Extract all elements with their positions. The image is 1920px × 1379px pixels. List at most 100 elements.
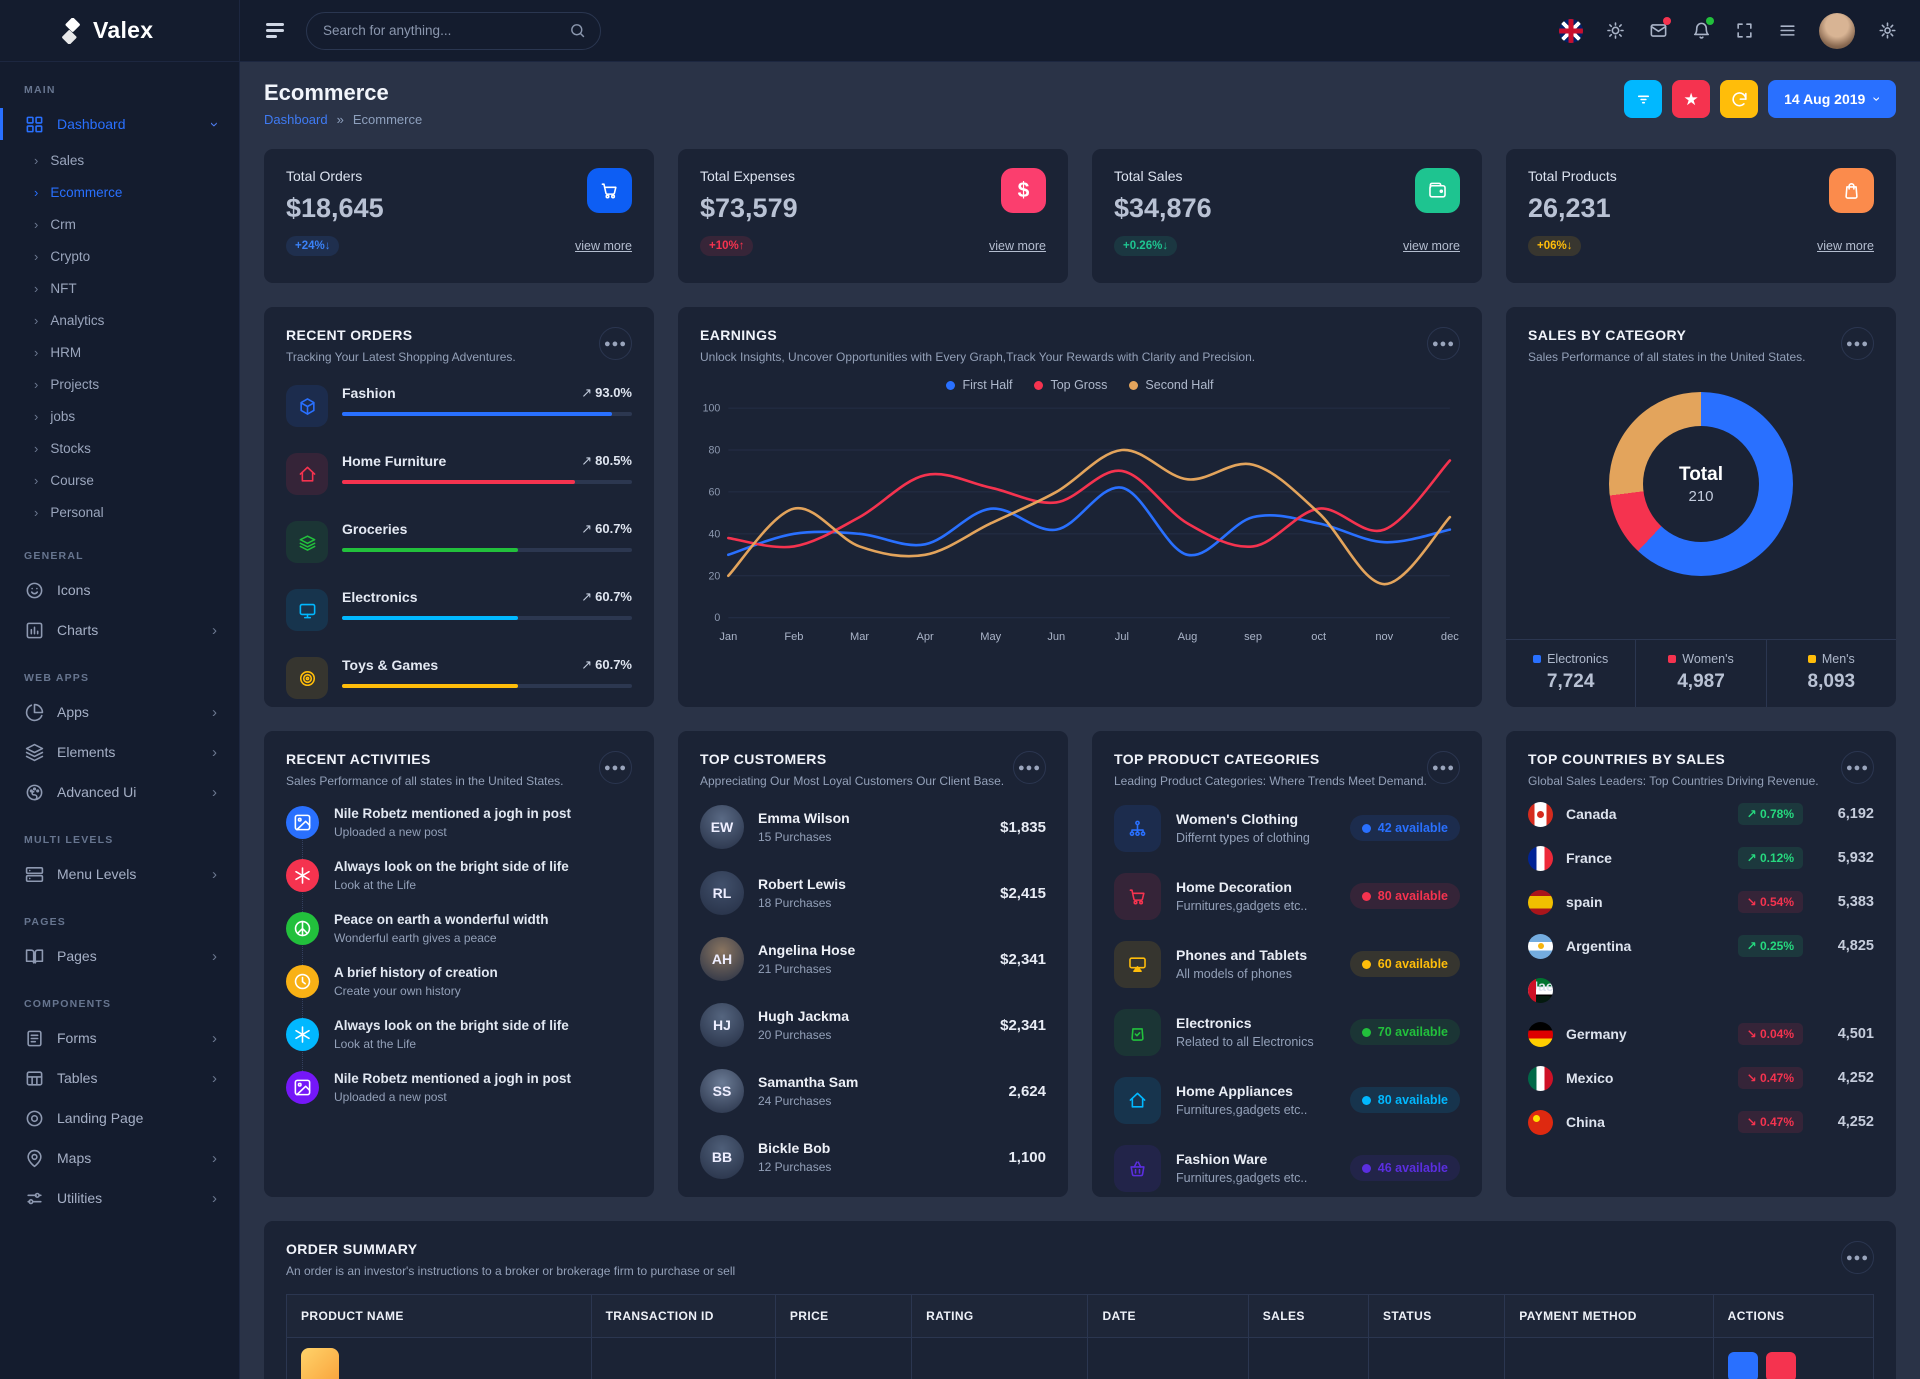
card-menu-icon[interactable]: ●●● <box>599 327 632 360</box>
product-category-row[interactable]: Home Decoration Furnitures,gadgets etc..… <box>1092 862 1482 930</box>
search-icon[interactable] <box>569 22 586 39</box>
table-header-cell[interactable]: PAYMENT METHOD <box>1505 1295 1713 1338</box>
menu-icon[interactable] <box>1776 20 1798 42</box>
country-row[interactable]: Uae ↗ 0.56% 4,527 <box>1506 968 1896 1012</box>
sidebar-item-dashboard[interactable]: Dashboard › <box>0 104 239 144</box>
sidebar-item-elements[interactable]: Elements › <box>0 732 239 772</box>
sidebar-item-forms[interactable]: Forms › <box>0 1018 239 1058</box>
table-header-cell[interactable]: SALES <box>1248 1295 1368 1338</box>
table-row[interactable] <box>287 1338 1874 1379</box>
filter-button[interactable] <box>1624 80 1662 118</box>
global-search[interactable] <box>306 12 601 50</box>
uk-flag-icon[interactable] <box>1559 19 1583 43</box>
sidebar-item-personal[interactable]: ›Personal <box>0 496 239 528</box>
sidebar-item-crm[interactable]: ›Crm <box>0 208 239 240</box>
activity-row[interactable]: Nile Robetz mentioned a jogh in post Upl… <box>286 1061 632 1114</box>
breadcrumb-parent[interactable]: Dashboard <box>264 112 328 127</box>
country-row[interactable]: Canada ↗ 0.78% 6,192 <box>1506 792 1896 836</box>
gear-icon[interactable] <box>1876 20 1898 42</box>
activity-row[interactable]: A brief history of creation Create your … <box>286 955 632 1008</box>
activity-row[interactable]: Nile Robetz mentioned a jogh in post Upl… <box>286 796 632 849</box>
sidebar-item-maps[interactable]: Maps › <box>0 1138 239 1178</box>
card-menu-icon[interactable]: ●●● <box>1841 327 1874 360</box>
avatar[interactable] <box>1819 13 1855 49</box>
sidebar-item-hrm[interactable]: ›HRM <box>0 336 239 368</box>
bell-icon[interactable] <box>1690 20 1712 42</box>
sidebar-item-menu-levels[interactable]: Menu Levels › <box>0 854 239 894</box>
country-row[interactable]: Argentina ↗ 0.25% 4,825 <box>1506 924 1896 968</box>
customer-row[interactable]: BB Bickle Bob 12 Purchases 1,100 <box>678 1124 1068 1190</box>
customer-row[interactable]: HJ Hugh Jackma 20 Purchases $2,341 <box>678 992 1068 1058</box>
activity-row[interactable]: Always look on the bright side of life L… <box>286 1008 632 1061</box>
product-category-row[interactable]: Fashion Ware Furnitures,gadgets etc.. 46… <box>1092 1134 1482 1202</box>
mail-icon[interactable] <box>1647 20 1669 42</box>
sidebar-item-charts[interactable]: Charts › <box>0 610 239 650</box>
sidebar-item-pages[interactable]: Pages › <box>0 936 239 976</box>
sidebar-item-icons[interactable]: Icons <box>0 570 239 610</box>
theme-sun-icon[interactable] <box>1604 20 1626 42</box>
view-more-link[interactable]: view more <box>1817 239 1874 253</box>
card-menu-icon[interactable]: ●●● <box>1841 751 1874 784</box>
availability-badge: 80 available <box>1350 883 1460 909</box>
activity-row[interactable]: Peace on earth a wonderful width Wonderf… <box>286 902 632 955</box>
country-row[interactable]: China ↘ 0.47% 4,252 <box>1506 1100 1896 1144</box>
card-menu-icon[interactable]: ●●● <box>1427 327 1460 360</box>
card-menu-icon[interactable]: ●●● <box>599 751 632 784</box>
table-header-cell[interactable]: STATUS <box>1369 1295 1505 1338</box>
order-category-row[interactable]: Toys & Games ↗60.7% <box>264 644 654 712</box>
brand-logo[interactable]: Valex <box>0 0 239 62</box>
search-input[interactable] <box>323 23 553 38</box>
card-menu-icon[interactable]: ●●● <box>1841 1241 1874 1274</box>
customer-row[interactable]: EW Emma Wilson 15 Purchases $1,835 <box>678 794 1068 860</box>
table-header-cell[interactable]: DATE <box>1088 1295 1248 1338</box>
activity-row[interactable]: Always look on the bright side of life L… <box>286 849 632 902</box>
sidebar-item-crypto[interactable]: ›Crypto <box>0 240 239 272</box>
table-header-cell[interactable]: RATING <box>912 1295 1088 1338</box>
sidebar-item-course[interactable]: ›Course <box>0 464 239 496</box>
fullscreen-icon[interactable] <box>1733 20 1755 42</box>
view-more-link[interactable]: view more <box>1403 239 1460 253</box>
view-more-link[interactable]: view more <box>989 239 1046 253</box>
product-category-row[interactable]: Home Appliances Furnitures,gadgets etc..… <box>1092 1066 1482 1134</box>
sidebar-toggle-icon[interactable] <box>262 19 288 42</box>
country-row[interactable]: Germany ↘ 0.04% 4,501 <box>1506 1012 1896 1056</box>
order-category-row[interactable]: Fashion ↗93.0% <box>264 372 654 440</box>
customer-row[interactable]: RL Robert Lewis 18 Purchases $2,415 <box>678 860 1068 926</box>
sidebar-item-jobs[interactable]: ›jobs <box>0 400 239 432</box>
sidebar-item-advanced-ui[interactable]: Advanced Ui › <box>0 772 239 812</box>
order-category-row[interactable]: Groceries ↗60.7% <box>264 508 654 576</box>
sidebar-item-projects[interactable]: ›Projects <box>0 368 239 400</box>
country-row[interactable]: Mexico ↘ 0.47% 4,252 <box>1506 1056 1896 1100</box>
sidebar-item-ecommerce[interactable]: ›Ecommerce <box>0 176 239 208</box>
product-category-row[interactable]: Electronics Related to all Electronics 7… <box>1092 998 1482 1066</box>
edit-button[interactable] <box>1728 1352 1758 1379</box>
refresh-button[interactable] <box>1720 80 1758 118</box>
recent-activities-card: RECENT ACTIVITIES Sales Performance of a… <box>264 731 654 1197</box>
sidebar-item-apps[interactable]: Apps › <box>0 692 239 732</box>
sidebar-item-landing-page[interactable]: Landing Page <box>0 1098 239 1138</box>
product-category-row[interactable]: Phones and Tablets All models of phones … <box>1092 930 1482 998</box>
table-header-cell[interactable]: TRANSACTION ID <box>591 1295 775 1338</box>
date-picker-button[interactable]: 14 Aug 2019› <box>1768 80 1896 118</box>
product-category-row[interactable]: Women's Clothing Differnt types of cloth… <box>1092 794 1482 862</box>
customer-row[interactable]: SS Samantha Sam 24 Purchases 2,624 <box>678 1058 1068 1124</box>
table-header-cell[interactable]: PRICE <box>775 1295 911 1338</box>
sidebar-item-sales[interactable]: ›Sales <box>0 144 239 176</box>
order-category-row[interactable]: Home Furniture ↗80.5% <box>264 440 654 508</box>
view-more-link[interactable]: view more <box>575 239 632 253</box>
sidebar-item-nft[interactable]: ›NFT <box>0 272 239 304</box>
sidebar-item-analytics[interactable]: ›Analytics <box>0 304 239 336</box>
country-row[interactable]: spain ↘ 0.54% 5,383 <box>1506 880 1896 924</box>
table-header-cell[interactable]: PRODUCT NAME <box>287 1295 592 1338</box>
card-menu-icon[interactable]: ●●● <box>1427 751 1460 784</box>
order-category-row[interactable]: Electronics ↗60.7% <box>264 576 654 644</box>
customer-row[interactable]: AH Angelina Hose 21 Purchases $2,341 <box>678 926 1068 992</box>
sidebar-item-stocks[interactable]: ›Stocks <box>0 432 239 464</box>
sidebar-item-utilities[interactable]: Utilities › <box>0 1178 239 1218</box>
star-button[interactable]: ★ <box>1672 80 1710 118</box>
country-row[interactable]: France ↗ 0.12% 5,932 <box>1506 836 1896 880</box>
sidebar-item-tables[interactable]: Tables › <box>0 1058 239 1098</box>
card-menu-icon[interactable]: ●●● <box>1013 751 1046 784</box>
delete-button[interactable] <box>1766 1352 1796 1379</box>
table-header-cell[interactable]: ACTIONS <box>1713 1295 1873 1338</box>
